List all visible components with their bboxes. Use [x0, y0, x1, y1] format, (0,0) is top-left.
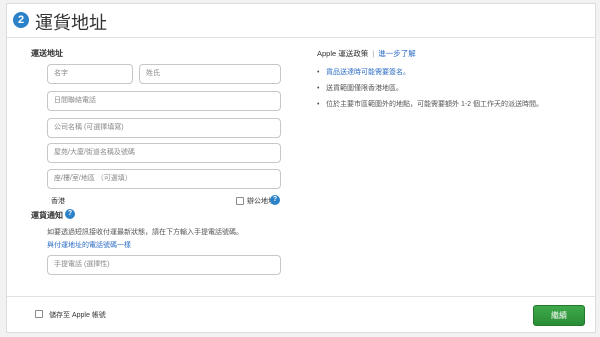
policy-bullet: 位於主要市區範圍外的地點，可能需要額外 1-2 個工作天的派送時間。: [317, 99, 543, 115]
section-header: 2 運貨地址: [7, 4, 595, 38]
save-to-apple-id-checkbox[interactable]: [35, 310, 43, 318]
shipping-notice-label: 運貨通知: [31, 211, 63, 220]
floor-unit-input[interactable]: 座/樓/室/地區 （可選填）: [47, 169, 281, 189]
shipping-policy-heading: Apple 運送政策 | 進一步了解: [317, 48, 416, 59]
step-number-icon: 2: [13, 12, 29, 28]
daytime-phone-input[interactable]: 日間聯絡電話: [47, 91, 281, 111]
office-address-checkbox[interactable]: [236, 197, 244, 205]
policy-bullet-list: 貨品送達時可能需要簽名。 送貨範圍僅限香港地區。 位於主要市區範圍外的地點，可能…: [317, 67, 543, 115]
policy-bullet: 貨品送達時可能需要簽名。: [317, 67, 543, 83]
learn-more-link[interactable]: 進一步了解: [378, 49, 416, 58]
question-circle-icon[interactable]: ?: [65, 209, 75, 219]
last-name-input[interactable]: 姓氏: [139, 64, 281, 84]
mobile-phone-input[interactable]: 手提電話 (選擇性): [47, 255, 281, 275]
building-street-input[interactable]: 屋苑/大廈/街道名稱及號碼: [47, 143, 281, 163]
save-to-apple-id-label: 儲存至 Apple 帳號: [49, 312, 106, 319]
first-name-input[interactable]: 名字: [47, 64, 133, 84]
address-section-label: 運送地址: [31, 49, 63, 58]
continue-button[interactable]: 繼續: [533, 305, 585, 326]
region-label: 香港: [51, 198, 65, 205]
footer-bar: 儲存至 Apple 帳號 繼續: [7, 296, 595, 332]
shipping-notice-description: 如要透過短訊接收付運最新狀態，請在下方輸入手提電話號碼。: [47, 229, 243, 236]
separator: |: [372, 49, 375, 58]
policy-bullet: 送貨範圍僅限香港地區。: [317, 83, 543, 99]
company-input[interactable]: 公司名稱 (可選擇填寫): [47, 118, 281, 138]
shipping-address-panel: 2 運貨地址 運送地址 名字 姓氏 日間聯絡電話 公司名稱 (可選擇填寫) 屋苑…: [6, 3, 596, 333]
page-title: 運貨地址: [35, 13, 107, 33]
same-phone-link[interactable]: 與付運地址的電話號碼一樣: [47, 240, 131, 250]
shipping-policy-title: Apple 運送政策: [317, 49, 369, 58]
question-circle-icon[interactable]: ?: [270, 195, 280, 205]
